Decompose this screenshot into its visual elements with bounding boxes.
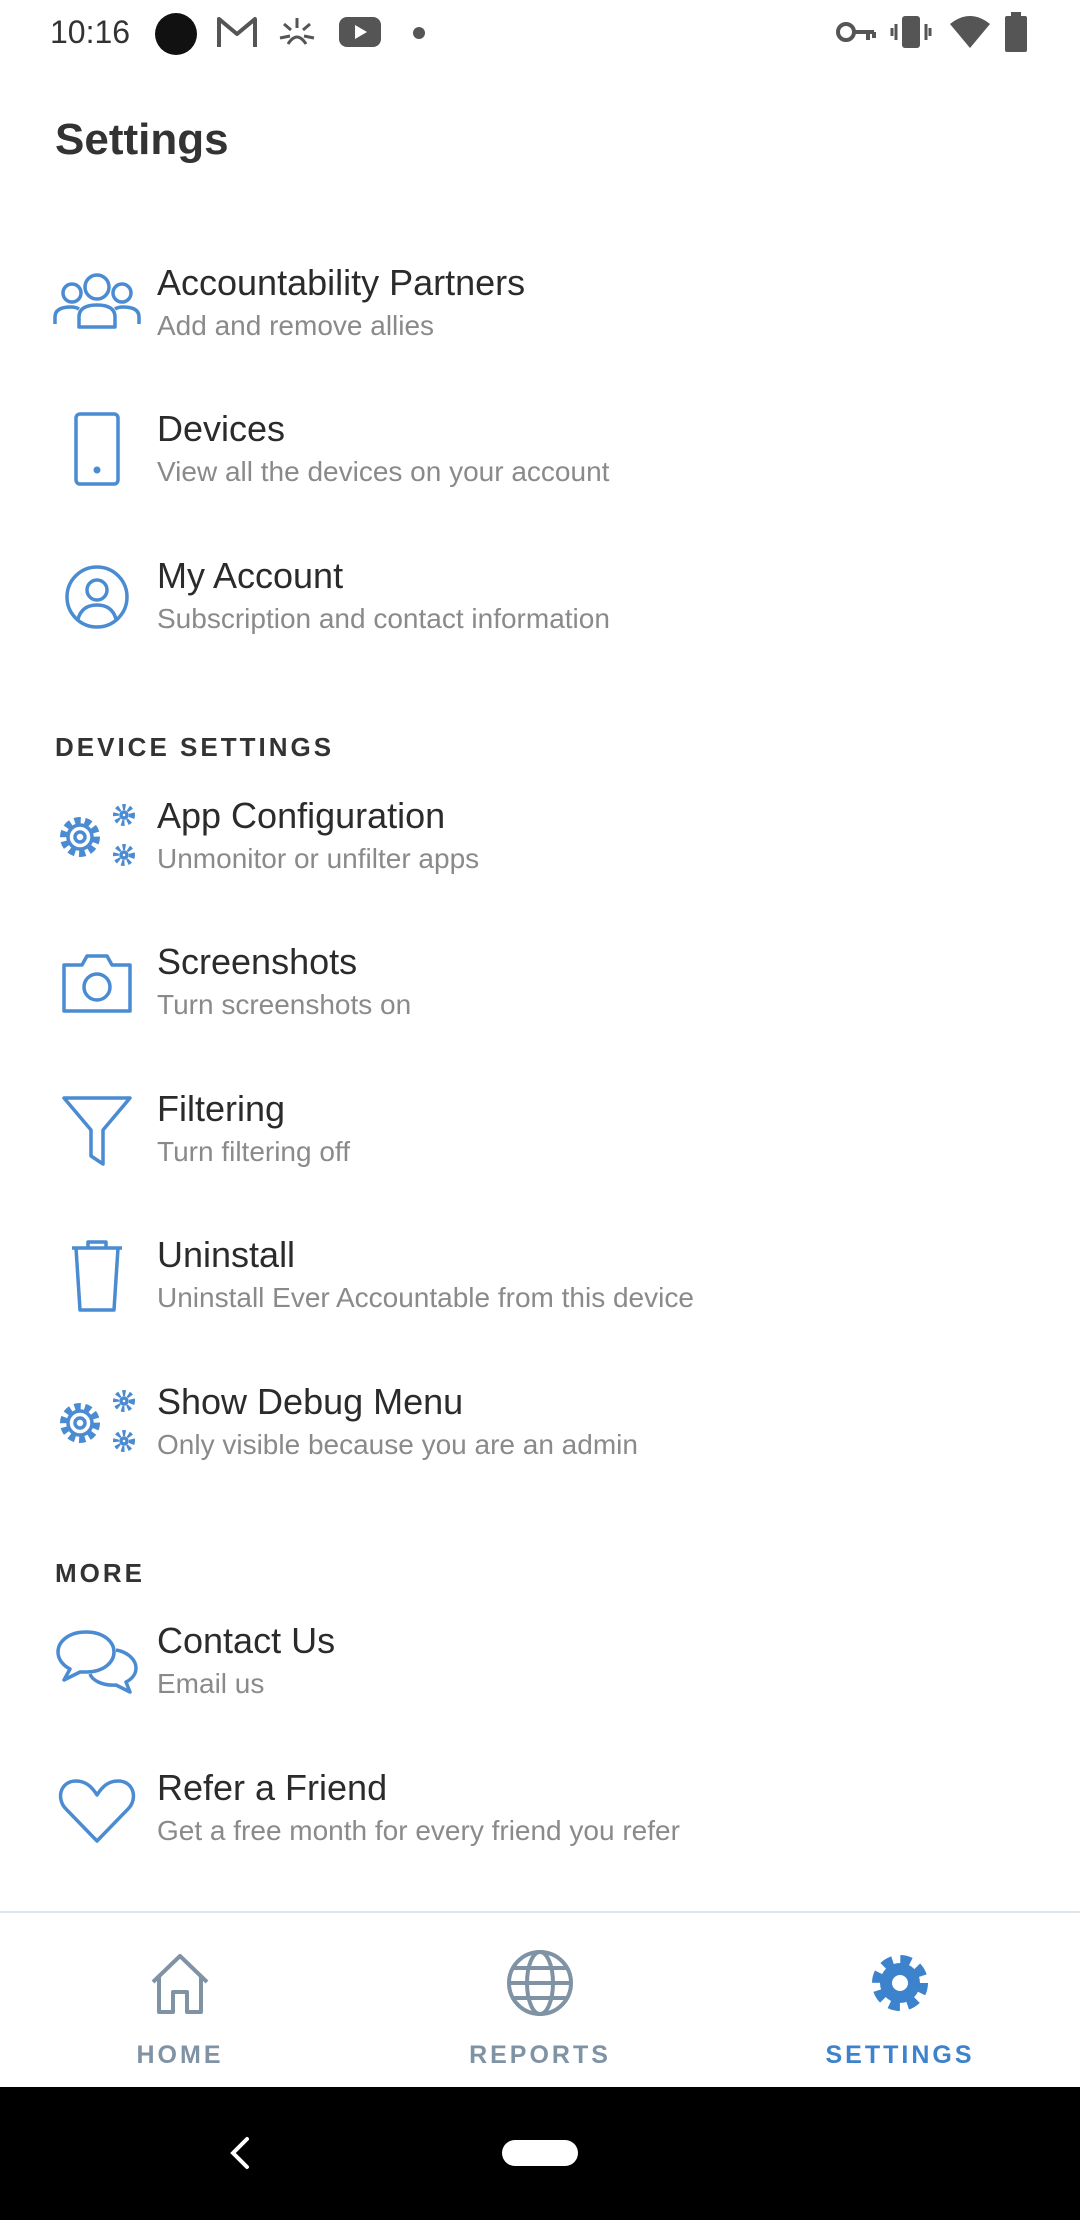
- nav-label: REPORTS: [469, 2041, 611, 2069]
- settings-item-title: My Account: [157, 555, 344, 596]
- settings-item-filtering[interactable]: Filtering Turn filtering off: [0, 1088, 1080, 1228]
- back-icon[interactable]: [225, 2136, 255, 2170]
- page-title: Settings: [55, 115, 229, 164]
- gear-icon: [872, 1955, 928, 2011]
- camera-icon: [62, 954, 132, 1013]
- status-bar: 10:16: [0, 0, 1080, 66]
- settings-item-subtitle: Subscription and contact information: [157, 603, 610, 634]
- filter-icon: [62, 1096, 132, 1166]
- settings-item-subtitle: Get a free month for every friend you re…: [157, 1815, 680, 1846]
- vibrate-icon: [890, 16, 932, 48]
- settings-item-title: Screenshots: [157, 941, 358, 982]
- bottom-navigation: HOME REPORTS SETTINGS: [0, 1911, 1080, 2089]
- status-time: 10:16: [50, 14, 131, 50]
- users-icon: [53, 273, 141, 329]
- settings-item-show-debug-menu[interactable]: Show Debug Menu Only visible because you…: [0, 1381, 1080, 1521]
- user-circle-icon: [65, 565, 129, 629]
- settings-item-title: Devices: [157, 408, 286, 449]
- section-header-more: MORE: [55, 1558, 145, 1588]
- settings-item-uninstall[interactable]: Uninstall Uninstall Ever Accountable fro…: [0, 1234, 1080, 1374]
- settings-item-subtitle: Add and remove allies: [157, 310, 435, 341]
- settings-item-refer-a-friend[interactable]: Refer a Friend Get a free month for ever…: [0, 1767, 1080, 1907]
- settings-item-app-configuration[interactable]: App Configuration Unmonitor or unfilter …: [0, 795, 1080, 935]
- gears-icon: [60, 804, 135, 866]
- globe-icon: [507, 1950, 573, 2016]
- settings-item-subtitle: Uninstall Ever Accountable from this dev…: [157, 1282, 694, 1313]
- settings-item-subtitle: View all the devices on your account: [157, 456, 610, 487]
- settings-item-title: Contact Us: [157, 1620, 336, 1661]
- settings-item-title: Uninstall: [157, 1234, 296, 1275]
- settings-item-subtitle: Only visible because you are an admin: [157, 1429, 638, 1460]
- youtube-icon: [339, 17, 381, 47]
- device-icon: [74, 412, 120, 486]
- settings-item-devices[interactable]: Devices View all the devices on your acc…: [0, 408, 1080, 548]
- settings-item-subtitle: Email us: [157, 1668, 265, 1699]
- chat-icon: [56, 1630, 138, 1694]
- home-icon: [151, 1954, 209, 2014]
- nav-item-home[interactable]: HOME: [0, 1913, 360, 2089]
- nav-label: HOME: [136, 2041, 224, 2069]
- more-notifications-dot-icon: [413, 27, 425, 39]
- settings-item-screenshots[interactable]: Screenshots Turn screenshots on: [0, 941, 1080, 1081]
- settings-item-title: Show Debug Menu: [157, 1381, 464, 1422]
- vpn-key-icon: [836, 22, 876, 42]
- settings-item-title: App Configuration: [157, 795, 446, 836]
- settings-item-my-account[interactable]: My Account Subscription and contact info…: [0, 555, 1080, 695]
- settings-item-subtitle: Turn screenshots on: [157, 989, 412, 1020]
- settings-item-accountability-partners[interactable]: Accountability Partners Add and remove a…: [0, 262, 1080, 402]
- weather-icon: [279, 18, 315, 45]
- gears-icon: [60, 1390, 135, 1452]
- settings-item-subtitle: Turn filtering off: [157, 1136, 350, 1167]
- home-pill-button[interactable]: [502, 2140, 578, 2166]
- wifi-icon: [950, 16, 990, 48]
- settings-item-title: Accountability Partners: [157, 262, 526, 303]
- section-header-device-settings: DEVICE SETTINGS: [55, 732, 335, 762]
- gmail-icon: [217, 17, 257, 47]
- nav-item-reports[interactable]: REPORTS: [360, 1913, 720, 2089]
- battery-icon: [1005, 12, 1027, 52]
- trash-icon: [72, 1240, 122, 1312]
- heart-icon: [58, 1779, 136, 1843]
- system-navigation-bar: [0, 2087, 1080, 2220]
- settings-item-title: Refer a Friend: [157, 1767, 388, 1808]
- settings-item-subtitle: Unmonitor or unfilter apps: [157, 843, 480, 874]
- notification-dot-icon: [155, 13, 197, 55]
- settings-item-title: Filtering: [157, 1088, 286, 1129]
- nav-label: SETTINGS: [825, 2041, 975, 2069]
- nav-item-settings[interactable]: SETTINGS: [720, 1913, 1080, 2089]
- settings-item-contact-us[interactable]: Contact Us Email us: [0, 1620, 1080, 1760]
